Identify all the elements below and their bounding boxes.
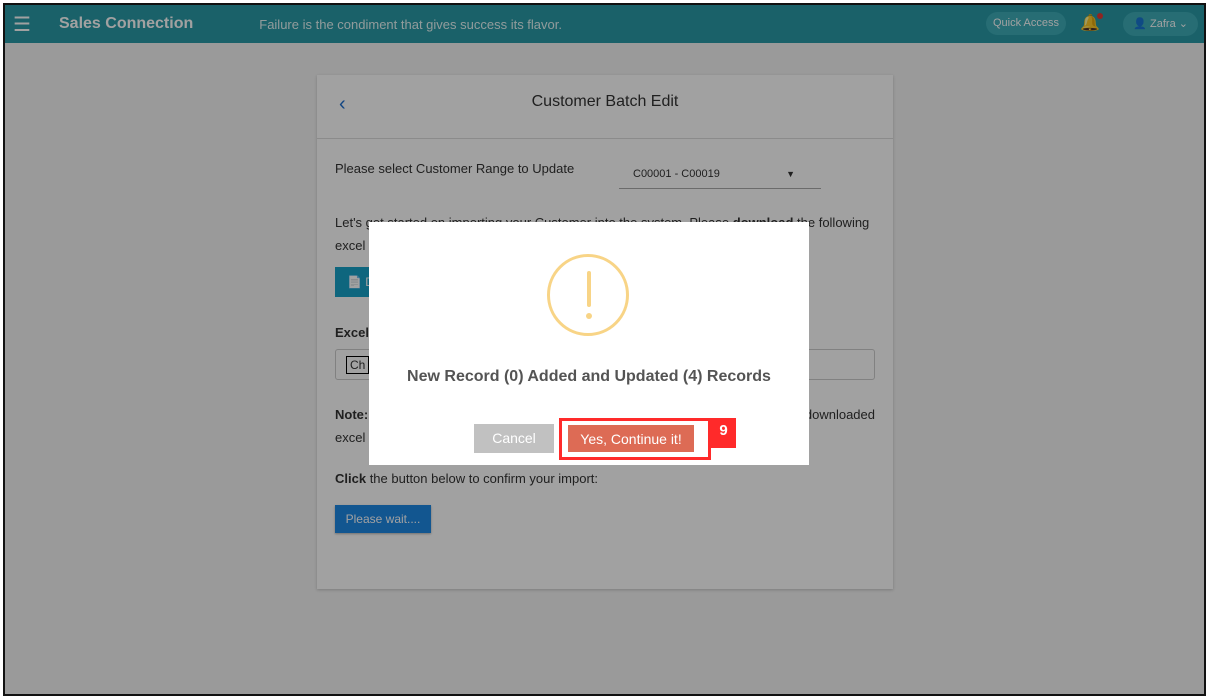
confirm-dialog: New Record (0) Added and Updated (4) Rec… bbox=[369, 222, 809, 465]
app-frame: ☰ Sales Connection Failure is the condim… bbox=[3, 3, 1206, 696]
confirm-button[interactable]: Yes, Continue it! bbox=[567, 424, 695, 453]
cancel-button[interactable]: Cancel bbox=[474, 424, 554, 453]
step-badge: 9 bbox=[711, 418, 736, 448]
dialog-message: New Record (0) Added and Updated (4) Rec… bbox=[407, 368, 771, 385]
overlay-top bbox=[5, 5, 1204, 43]
warning-icon bbox=[547, 254, 629, 336]
